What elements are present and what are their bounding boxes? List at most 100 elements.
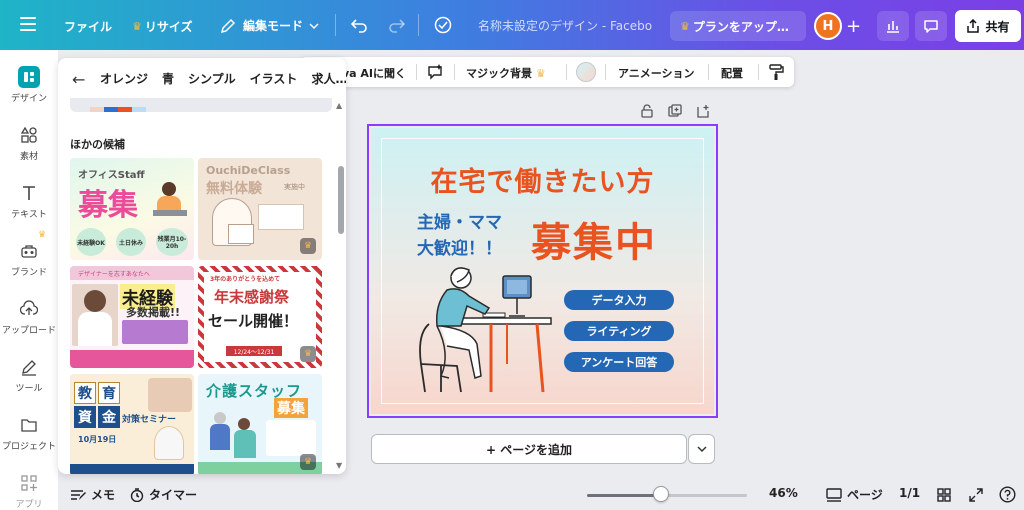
text-icon bbox=[18, 182, 40, 204]
design-subtitle-2[interactable]: 大歓迎！！ bbox=[417, 234, 502, 259]
file-menu[interactable]: ファイル bbox=[64, 18, 112, 35]
sidebar-item-upload[interactable]: アップロード bbox=[0, 298, 58, 336]
share-button[interactable]: 共有 bbox=[955, 10, 1021, 42]
grid-view-icon[interactable] bbox=[937, 488, 951, 502]
back-arrow-icon[interactable]: ← bbox=[72, 70, 85, 89]
notes-icon bbox=[71, 489, 86, 500]
sidebar-item-design[interactable]: デザイン bbox=[0, 66, 58, 104]
add-page-icon[interactable] bbox=[696, 104, 710, 118]
ai-chat-icon[interactable] bbox=[426, 63, 444, 81]
sidebar-item-brand[interactable]: ♛ ブランド bbox=[0, 230, 58, 278]
sidebar-item-projects[interactable]: プロジェクト bbox=[0, 414, 58, 452]
template-text: 資 bbox=[74, 406, 96, 428]
template-headline: 募集 bbox=[274, 398, 308, 418]
template-text: 実施中 bbox=[284, 183, 305, 191]
template-headline: 募集 bbox=[78, 188, 138, 223]
animation-button[interactable]: アニメーション bbox=[618, 65, 695, 81]
crown-icon: ♛ bbox=[300, 454, 316, 470]
template-thumbnail[interactable]: 3年のありがとうを込めて 年末感謝祭 セール開催！ 12/24〜12/31 ♛ bbox=[198, 266, 322, 368]
template-date: 10月19日 bbox=[78, 435, 117, 444]
notes-button[interactable]: メモ bbox=[70, 486, 115, 503]
analytics-button[interactable] bbox=[877, 11, 909, 41]
magic-background-label: マジック背景 bbox=[466, 67, 532, 80]
document-title[interactable]: 名称未設定のデザイン - Facebo… bbox=[478, 17, 653, 34]
chip-simple[interactable]: シンプル bbox=[188, 70, 236, 87]
design-pill-writing[interactable]: ライティング bbox=[564, 321, 674, 341]
info-card bbox=[266, 420, 316, 456]
sidebar-item-label: プロジェクト bbox=[1, 442, 56, 452]
magic-background-button[interactable]: マジック背景 ♛ bbox=[466, 65, 546, 81]
template-text: 育 bbox=[98, 382, 120, 404]
template-thumbnail[interactable]: オフィスStaff 募集 未経験OK 土日休み 残業月10-20h bbox=[70, 158, 194, 260]
template-text: OuchiDeClass bbox=[206, 164, 291, 177]
paint-roller-icon[interactable] bbox=[767, 63, 785, 81]
zoom-slider-handle[interactable] bbox=[652, 486, 669, 502]
pencil-icon bbox=[220, 18, 236, 33]
design-pill-survey[interactable]: アンケート回答 bbox=[564, 352, 674, 372]
template-text: 3年のありがとうを込めて bbox=[210, 276, 281, 283]
template-thumbnail[interactable]: 介護スタッフ 募集 ♛ bbox=[198, 374, 322, 474]
background-color-swatch[interactable] bbox=[576, 62, 596, 82]
chip-illustration[interactable]: イラスト bbox=[250, 70, 298, 87]
template-thumbnail[interactable]: 教 育 資 金 教育 資金 対策セミナー 10月19日 bbox=[70, 374, 194, 474]
folder-icon bbox=[18, 414, 40, 436]
template-text: 対策セミナー bbox=[122, 415, 177, 425]
undo-icon[interactable] bbox=[350, 16, 368, 34]
crown-icon: ♛ bbox=[38, 230, 47, 240]
chip-recruit[interactable]: 求人… bbox=[311, 70, 346, 87]
ask-ai-button[interactable]: va AIに聞く bbox=[342, 65, 406, 81]
comments-button[interactable] bbox=[915, 11, 947, 41]
woman-at-desk-illustration[interactable] bbox=[411, 264, 561, 394]
template-thumbnail[interactable]: OuchiDeClass 無料体験 実施中 ♛ bbox=[198, 158, 322, 260]
sidebar-item-label: アップロード bbox=[1, 326, 56, 336]
design-headline[interactable]: 在宅で働きたい方 bbox=[371, 160, 714, 199]
scroll-up-icon[interactable]: ▲ bbox=[336, 101, 342, 110]
filter-chips: オレンジ 青 シンプル イラスト 求人… bbox=[100, 70, 346, 87]
sidebar-item-label: テキスト bbox=[11, 210, 47, 220]
scrollbar-thumb[interactable] bbox=[338, 166, 344, 234]
speaker-photo bbox=[154, 426, 184, 460]
chip-orange[interactable]: オレンジ bbox=[100, 70, 148, 87]
sidebar-item-elements[interactable]: 素材 bbox=[0, 124, 58, 162]
design-pill-data-entry[interactable]: データ入力 bbox=[564, 290, 674, 310]
menu-icon[interactable] bbox=[20, 17, 36, 31]
fullscreen-icon[interactable] bbox=[969, 488, 983, 502]
duplicate-page-icon[interactable] bbox=[668, 104, 682, 118]
divider bbox=[454, 64, 455, 80]
help-icon[interactable] bbox=[999, 486, 1016, 503]
sidebar-item-apps[interactable]: アプリ bbox=[0, 472, 58, 510]
edit-mode-dropdown[interactable]: 編集モード bbox=[220, 17, 319, 34]
design-recruiting-text[interactable]: 募集中 bbox=[531, 210, 657, 268]
avatar[interactable]: H bbox=[814, 12, 842, 40]
sidebar-item-label: 素材 bbox=[19, 152, 38, 162]
timer-icon bbox=[130, 487, 144, 502]
elements-icon bbox=[18, 124, 40, 146]
add-page-options-button[interactable] bbox=[688, 434, 715, 464]
upload-icon bbox=[18, 298, 40, 320]
position-button[interactable]: 配置 bbox=[721, 65, 743, 81]
previous-results-strip[interactable] bbox=[70, 98, 332, 112]
cloud-saved-icon[interactable] bbox=[433, 16, 453, 34]
timer-button[interactable]: タイマー bbox=[130, 486, 197, 503]
design-subtitle-1[interactable]: 主婦・ママ bbox=[417, 208, 502, 233]
chip-blue[interactable]: 青 bbox=[162, 70, 174, 87]
template-tag: 未経験OK bbox=[76, 228, 106, 256]
pages-button[interactable]: ページ bbox=[826, 486, 883, 503]
crown-icon: ♛ bbox=[535, 67, 546, 80]
divider bbox=[758, 64, 759, 80]
resize-button[interactable]: ♛ リサイズ bbox=[132, 18, 193, 35]
selected-page-frame[interactable]: 在宅で働きたい方 主婦・ママ 大歓迎！！ 募集中 データ入力 ライティング アン… bbox=[367, 124, 718, 418]
design-canvas[interactable]: 在宅で働きたい方 主婦・ママ 大歓迎！！ 募集中 データ入力 ライティング アン… bbox=[371, 128, 714, 414]
upgrade-button[interactable]: ♛ プランをアップ… bbox=[670, 11, 806, 41]
sidebar-item-text[interactable]: テキスト bbox=[0, 182, 58, 220]
lock-icon[interactable] bbox=[640, 104, 654, 118]
scroll-down-icon[interactable]: ▼ bbox=[336, 461, 342, 470]
sidebar-item-tools[interactable]: ツール bbox=[0, 356, 58, 394]
crown-icon: ♛ bbox=[680, 19, 690, 33]
add-page-button[interactable]: + ページを追加 bbox=[371, 434, 687, 464]
redo-icon[interactable] bbox=[388, 16, 406, 34]
add-collaborator-icon[interactable]: + bbox=[846, 16, 861, 37]
template-thumbnail[interactable]: デザイナーを志すあなたへ 未経験 多数掲載!! bbox=[70, 266, 194, 368]
divider bbox=[418, 14, 419, 36]
zoom-level[interactable]: 46% bbox=[769, 486, 798, 500]
